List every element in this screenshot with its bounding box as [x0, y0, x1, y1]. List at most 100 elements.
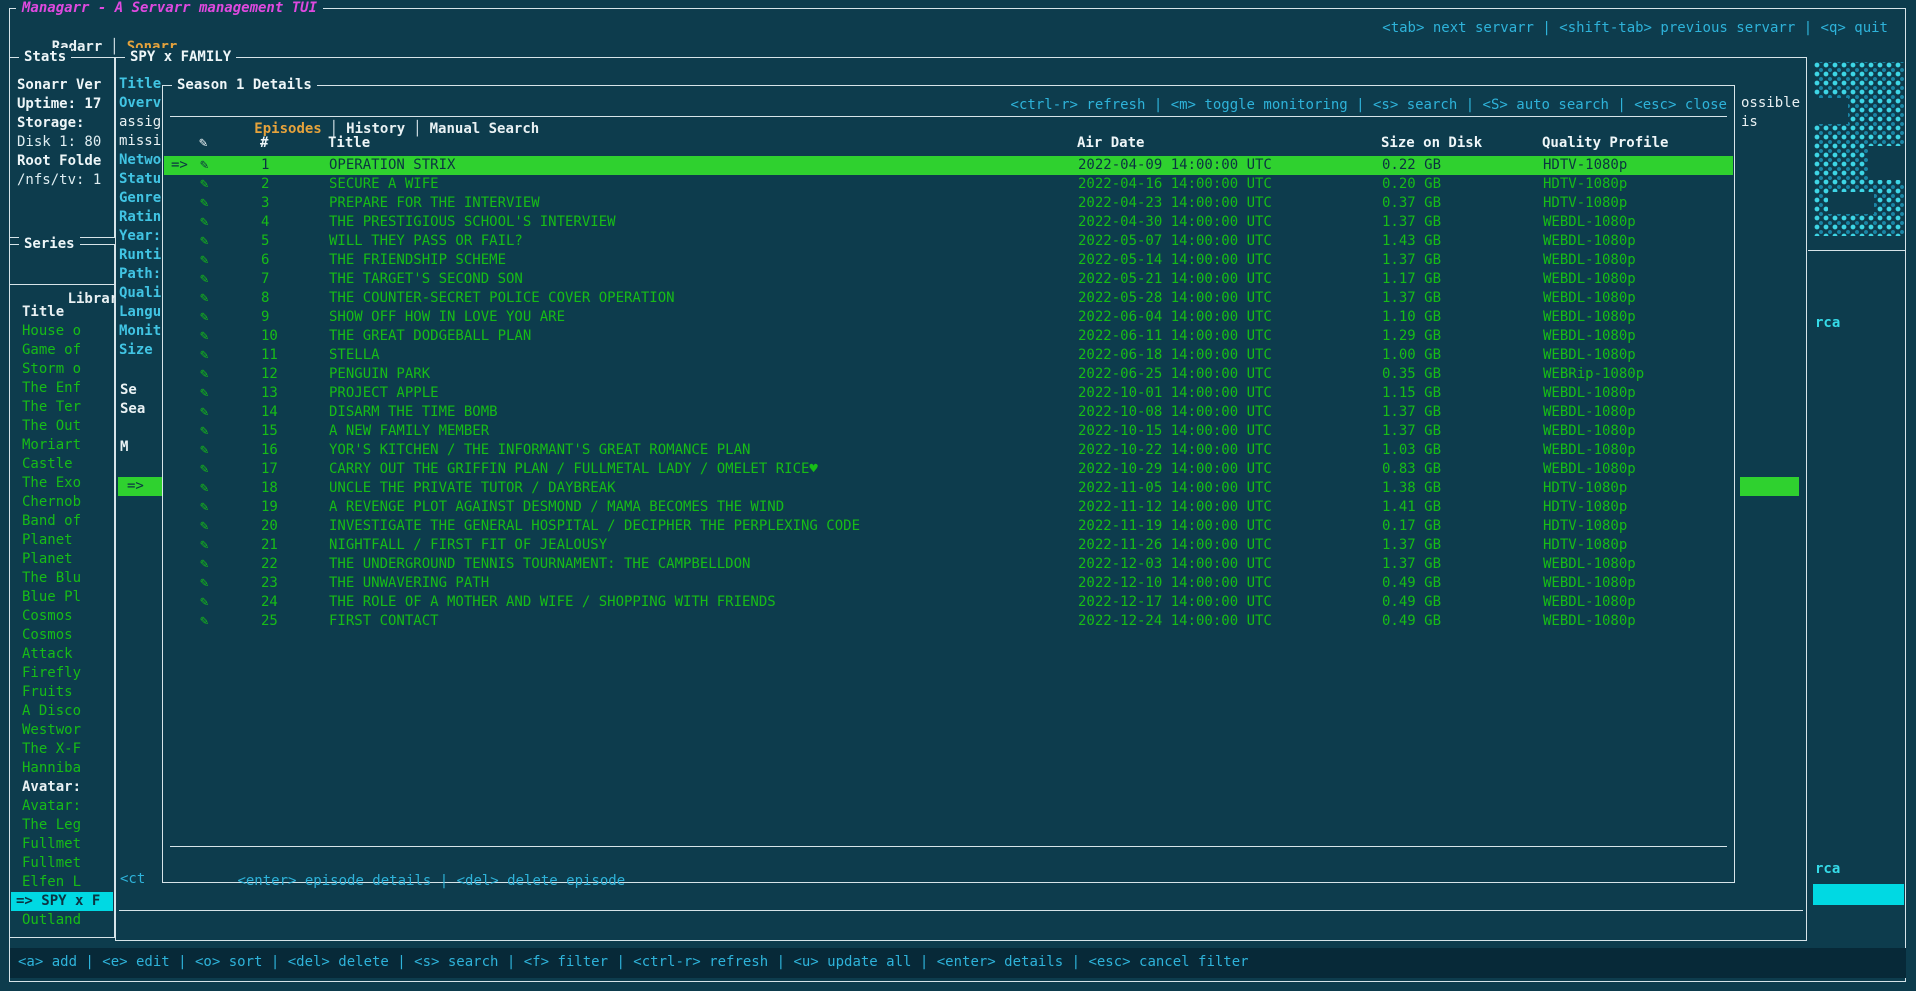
series-list-item[interactable]: Outland: [11, 911, 113, 930]
episode-row-19[interactable]: ✎19A REVENGE PLOT AGAINST DESMOND / MAMA…: [164, 498, 1733, 517]
seasons-column-header-fragment: Sea: [120, 400, 145, 419]
title-column-header: Title: [328, 134, 370, 153]
series-list-item[interactable]: Chernob: [11, 493, 113, 512]
series-list-item[interactable]: A Disco: [11, 702, 113, 721]
episode-quality-profile: HDTV-1080p: [1543, 175, 1627, 194]
episode-air-date: 2022-04-30 14:00:00 UTC: [1078, 213, 1272, 232]
episode-row-6[interactable]: ✎6THE FRIENDSHIP SCHEME2022-05-14 14:00:…: [164, 251, 1733, 270]
selected-season-row-fragment[interactable]: =>: [118, 477, 162, 496]
episode-number: 23: [261, 574, 278, 593]
episode-number: 10: [261, 327, 278, 346]
field-label: Size: [119, 341, 163, 360]
episode-row-17[interactable]: ✎17CARRY OUT THE GRIFFIN PLAN / FULLMETA…: [164, 460, 1733, 479]
series-list-item[interactable]: Westwor: [11, 721, 113, 740]
series-list-item[interactable]: Fruits: [11, 683, 113, 702]
seasons-keybind-fragment: <ct: [120, 870, 145, 889]
series-list-item[interactable]: The Leg: [11, 816, 113, 835]
leftover-border-line: [1808, 250, 1906, 251]
series-list-item[interactable]: Blue Pl: [11, 588, 113, 607]
series-list-item[interactable]: Storm o: [11, 360, 113, 379]
episode-quality-profile: HDTV-1080p: [1543, 156, 1627, 175]
episode-number: 12: [261, 365, 278, 384]
series-list-item[interactable]: Elfen L: [11, 873, 113, 892]
episode-row-25[interactable]: ✎25FIRST CONTACT2022-12-24 14:00:00 UTC0…: [164, 612, 1733, 631]
episode-row-24[interactable]: ✎24THE ROLE OF A MOTHER AND WIFE / SHOPP…: [164, 593, 1733, 612]
series-list-item[interactable]: Fullmet: [11, 835, 113, 854]
episode-row-3[interactable]: ✎3PREPARE FOR THE INTERVIEW2022-04-23 14…: [164, 194, 1733, 213]
series-list-item[interactable]: Fullmet: [11, 854, 113, 873]
series-list-item[interactable]: Moriart: [11, 436, 113, 455]
series-list-item[interactable]: Hanniba: [11, 759, 113, 778]
monitor-column-pencil-icon: ✎: [199, 134, 207, 153]
episode-row-9[interactable]: ✎9SHOW OFF HOW IN LOVE YOU ARE2022-06-04…: [164, 308, 1733, 327]
episode-row-1[interactable]: =>✎1OPERATION STRIX2022-04-09 14:00:00 U…: [164, 156, 1733, 175]
episode-number: 22: [261, 555, 278, 574]
series-list-item[interactable]: Avatar:: [11, 778, 113, 797]
episode-air-date: 2022-12-17 14:00:00 UTC: [1078, 593, 1272, 612]
episode-size-on-disk: 0.49 GB: [1382, 612, 1441, 631]
series-list-item[interactable]: Castle: [11, 455, 113, 474]
episode-row-7[interactable]: ✎7THE TARGET'S SECOND SON2022-05-21 14:0…: [164, 270, 1733, 289]
field-label: Year:: [119, 227, 163, 246]
series-list-item[interactable]: Attack: [11, 645, 113, 664]
overview-text-fragment: is: [1741, 113, 1758, 132]
selected-season-marker: =>: [127, 478, 152, 494]
episode-air-date: 2022-05-21 14:00:00 UTC: [1078, 270, 1272, 289]
series-list-item[interactable]: The X-F: [11, 740, 113, 759]
episode-row-20[interactable]: ✎20INVESTIGATE THE GENERAL HOSPITAL / DE…: [164, 517, 1733, 536]
field-label: Netwo: [119, 151, 163, 170]
stat-line: Storage:: [17, 114, 101, 133]
series-list-item[interactable]: Cosmos: [11, 607, 113, 626]
episode-number: 13: [261, 384, 278, 403]
episode-row-14[interactable]: ✎14DISARM THE TIME BOMB2022-10-08 14:00:…: [164, 403, 1733, 422]
series-list-item[interactable]: House o: [11, 322, 113, 341]
series-window-title: SPY x FAMILY: [125, 48, 236, 67]
episode-row-13[interactable]: ✎13PROJECT APPLE2022-10-01 14:00:00 UTC1…: [164, 384, 1733, 403]
field-label: Path:: [119, 265, 163, 284]
episode-quality-profile: WEBDL-1080p: [1543, 289, 1636, 308]
episode-number: 19: [261, 498, 278, 517]
series-list-item[interactable]: Game of: [11, 341, 113, 360]
episode-row-18[interactable]: ✎18UNCLE THE PRIVATE TUTOR / DAYBREAK202…: [164, 479, 1733, 498]
art-gap: [1868, 146, 1904, 180]
episode-row-8[interactable]: ✎8THE COUNTER-SECRET POLICE COVER OPERAT…: [164, 289, 1733, 308]
series-list-item[interactable]: The Enf: [11, 379, 113, 398]
series-list-item[interactable]: Planet: [11, 550, 113, 569]
series-list-item[interactable]: The Exo: [11, 474, 113, 493]
episode-quality-profile: WEBDL-1080p: [1543, 593, 1636, 612]
episode-size-on-disk: 0.22 GB: [1382, 156, 1441, 175]
episode-row-16[interactable]: ✎16YOR'S KITCHEN / THE INFORMANT'S GREAT…: [164, 441, 1733, 460]
series-list-item[interactable]: The Blu: [11, 569, 113, 588]
series-list-item[interactable]: Avatar:: [11, 797, 113, 816]
series-list-item[interactable]: Planet: [11, 531, 113, 550]
episode-number: 8: [261, 289, 269, 308]
series-list-item[interactable]: Firefly: [11, 664, 113, 683]
episode-air-date: 2022-11-26 14:00:00 UTC: [1078, 536, 1272, 555]
bottom-keybind-bar: <a> add | <e> edit | <o> sort | <del> de…: [10, 948, 1906, 978]
episode-row-2[interactable]: ✎2SECURE A WIFE2022-04-16 14:00:00 UTC0.…: [164, 175, 1733, 194]
episode-title: THE TARGET'S SECOND SON: [329, 270, 523, 289]
series-list-item[interactable]: The Out: [11, 417, 113, 436]
episode-row-5[interactable]: ✎5WILL THEY PASS OR FAIL?2022-05-07 14:0…: [164, 232, 1733, 251]
episode-row-23[interactable]: ✎23THE UNWAVERING PATH2022-12-10 14:00:0…: [164, 574, 1733, 593]
series-list-item[interactable]: Cosmos: [11, 626, 113, 645]
series-list-item[interactable]: Band of: [11, 512, 113, 531]
episode-title: SECURE A WIFE: [329, 175, 439, 194]
leftover-text-fragment: rca: [1815, 860, 1840, 879]
series-list-item[interactable]: => SPY x F: [11, 892, 113, 911]
episode-row-15[interactable]: ✎15A NEW FAMILY MEMBER2022-10-15 14:00:0…: [164, 422, 1733, 441]
monitored-pencil-icon: ✎: [200, 365, 208, 384]
series-list-item[interactable]: The Ter: [11, 398, 113, 417]
episode-row-22[interactable]: ✎22THE UNDERGROUND TENNIS TOURNAMENT: TH…: [164, 555, 1733, 574]
episode-air-date: 2022-12-10 14:00:00 UTC: [1078, 574, 1272, 593]
episode-row-11[interactable]: ✎11STELLA2022-06-18 14:00:00 UTC1.00 GBW…: [164, 346, 1733, 365]
stat-line: Sonarr Ver: [17, 76, 101, 95]
episode-title: SHOW OFF HOW IN LOVE YOU ARE: [329, 308, 565, 327]
episode-row-21[interactable]: ✎21NIGHTFALL / FIRST FIT OF JEALOUSY2022…: [164, 536, 1733, 555]
episode-row-12[interactable]: ✎12PENGUIN PARK2022-06-25 14:00:00 UTC0.…: [164, 365, 1733, 384]
episode-number: 20: [261, 517, 278, 536]
episode-row-10[interactable]: ✎10THE GREAT DODGEBALL PLAN2022-06-11 14…: [164, 327, 1733, 346]
field-label: Genre: [119, 189, 163, 208]
episode-row-4[interactable]: ✎4THE PRESTIGIOUS SCHOOL'S INTERVIEW2022…: [164, 213, 1733, 232]
monitored-pencil-icon: ✎: [200, 289, 208, 308]
